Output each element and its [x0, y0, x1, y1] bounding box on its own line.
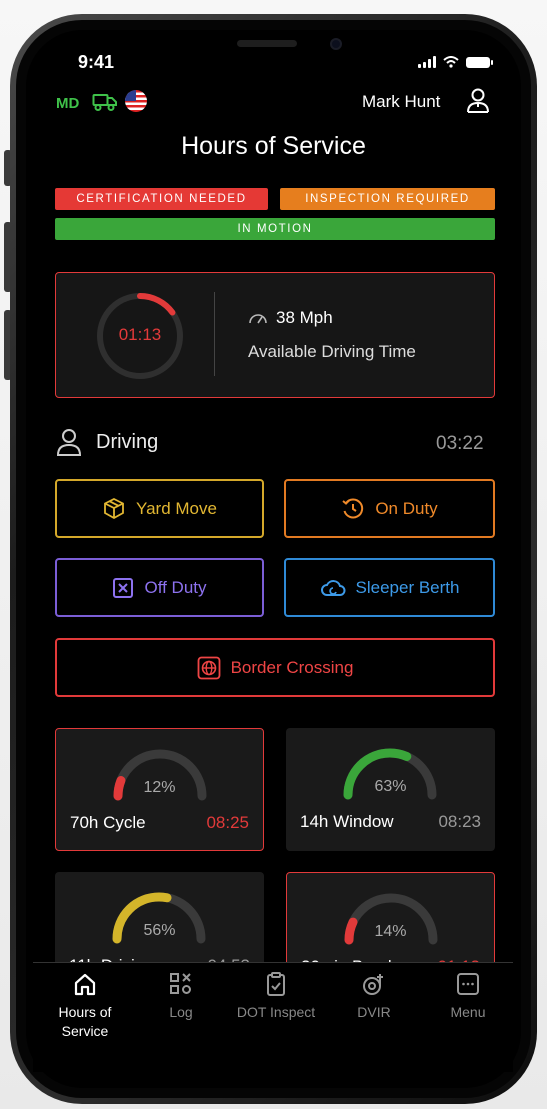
in-motion-badge: IN MOTION [55, 218, 495, 240]
clock-rotate-icon [342, 498, 364, 518]
driver-icon [56, 429, 82, 456]
tab-dvir[interactable]: DVIR [334, 971, 414, 1022]
speedometer-icon [249, 314, 267, 324]
current-status-label: Driving [96, 431, 159, 453]
tab-label: Menu [450, 1004, 486, 1020]
qr-log-icon [170, 973, 191, 994]
cycle-70h-gauge-card[interactable]: 12% 70h Cycle 08:25 [55, 728, 264, 851]
signal-icon [418, 56, 436, 68]
speed-readout: 38 Mph [248, 308, 333, 328]
cloud-moon-icon [320, 579, 345, 596]
certification-needed-badge[interactable]: CERTIFICATION NEEDED [55, 188, 268, 210]
window-14h-gauge-card[interactable]: 63% 14h Window 08:23 [286, 728, 495, 851]
user-icon[interactable] [465, 87, 491, 115]
off-duty-label: Off Duty [144, 577, 207, 597]
break-30min-gauge-card[interactable]: 14% 30min Break 01:13 [286, 872, 495, 976]
dvir-icon [363, 974, 383, 995]
tab-label: DVIR [357, 1004, 391, 1020]
gauge-percent: 14% [374, 923, 407, 940]
front-camera [330, 38, 342, 50]
tab-menu[interactable]: Menu [428, 971, 508, 1022]
menu-icon [457, 973, 479, 995]
battery-icon [466, 56, 493, 68]
globe-icon [197, 656, 220, 679]
tab-label: Log [169, 1004, 193, 1020]
us-flag-icon [125, 90, 147, 112]
tab-label: DOT Inspect [236, 1004, 316, 1020]
sleeper-berth-label: Sleeper Berth [355, 577, 460, 597]
off-duty-button[interactable]: Off Duty [55, 558, 264, 617]
on-duty-label: On Duty [375, 498, 438, 518]
driving-time-remaining: 01:13 [118, 325, 162, 344]
x-square-icon [113, 577, 134, 598]
status-indicators [418, 56, 493, 68]
bottom-tab-bar: Hours of Service Log DOT Inspect DVIR Me… [33, 962, 513, 1072]
driving-11h-gauge-card[interactable]: 56% 11h Driving 04:53 [55, 872, 264, 975]
user-name[interactable]: Mark Hunt [362, 92, 440, 112]
on-duty-button[interactable]: On Duty [284, 479, 495, 538]
truck-icon [92, 94, 117, 111]
status-time: 9:41 [78, 52, 115, 72]
wifi-icon [443, 56, 459, 68]
gauge-percent: 63% [374, 778, 407, 795]
card-divider [214, 292, 215, 376]
speed-value: 38 Mph [276, 308, 333, 327]
gauge-percent: 56% [143, 922, 176, 939]
current-status-time: 03:22 [436, 433, 484, 454]
yard-move-label: Yard Move [136, 498, 217, 518]
clipboard-icon [267, 972, 285, 996]
inspection-required-badge[interactable]: INSPECTION REQUIRED [280, 188, 495, 210]
tab-dot-inspect[interactable]: DOT Inspect [236, 971, 316, 1022]
yard-move-button[interactable]: Yard Move [55, 479, 264, 538]
border-crossing-label: Border Crossing [230, 657, 354, 677]
gauge-percent: 12% [143, 779, 176, 796]
home-icon [74, 973, 96, 996]
border-crossing-button[interactable]: Border Crossing [55, 638, 495, 697]
sleeper-berth-button[interactable]: Sleeper Berth [284, 558, 495, 617]
tab-log[interactable]: Log [141, 971, 221, 1022]
gauge-time: 08:23 [438, 812, 481, 831]
tab-hours-of-service[interactable]: Hours of Service [45, 971, 125, 1041]
page-title: Hours of Service [181, 132, 366, 160]
tab-label: Hours of Service [58, 1004, 112, 1039]
gauge-label: 14h Window [300, 812, 394, 831]
gauge-label: 70h Cycle [70, 813, 146, 832]
available-driving-label: Available Driving Time [248, 342, 416, 361]
box-icon [104, 497, 124, 519]
gauge-time: 08:25 [206, 813, 249, 832]
state-code: MD [56, 95, 80, 112]
earpiece-speaker [237, 40, 297, 47]
